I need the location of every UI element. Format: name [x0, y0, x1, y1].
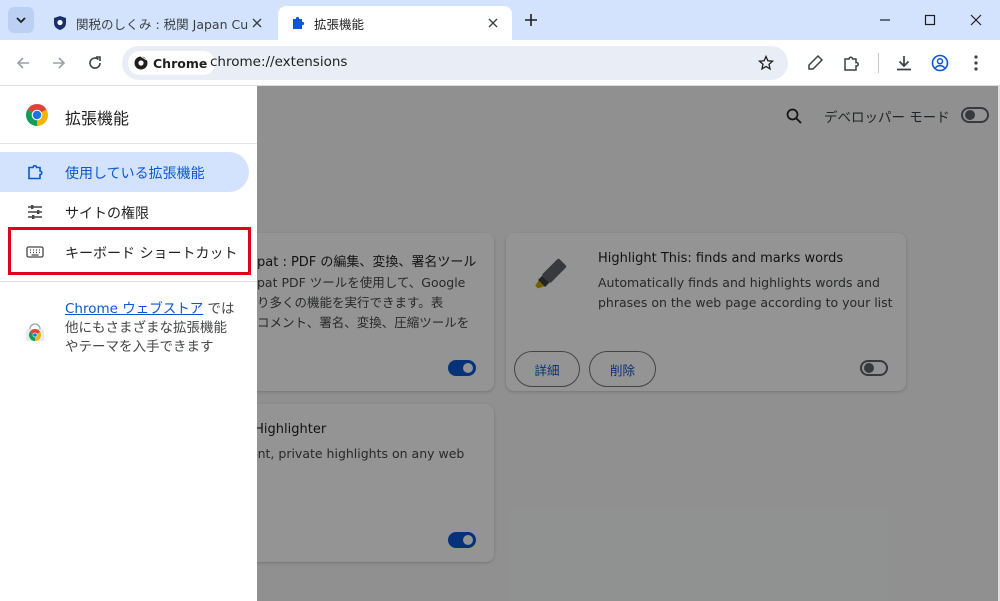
chip-label: Chrome [153, 55, 208, 71]
chevron-down-icon [16, 17, 26, 24]
chrome-logo-icon [26, 104, 48, 126]
minimize-icon [880, 19, 890, 21]
shield-favicon-icon [52, 15, 68, 31]
nav-item-site-permissions[interactable]: サイトの権限 [0, 192, 249, 232]
url-text[interactable]: chrome://extensions [210, 54, 347, 70]
address-bar[interactable]: Chrome chrome://extensions [122, 46, 788, 80]
maximize-icon [924, 14, 936, 26]
extensions-button[interactable] [838, 50, 864, 76]
tab-customs[interactable]: 関税のしくみ : 税関 Japan Customs [40, 6, 276, 40]
profile-icon [931, 54, 949, 72]
close-window-button[interactable] [964, 8, 988, 32]
arrow-left-icon [16, 57, 29, 69]
extensions-side-drawer: 拡張機能 使用している拡張機能 サイトの権限 キーボード ショートカット Chr… [0, 86, 257, 601]
nav-item-label: サイトの権限 [65, 206, 149, 222]
puzzle-icon [25, 162, 45, 182]
menu-button[interactable] [963, 50, 989, 76]
nav-item-my-extensions[interactable]: 使用している拡張機能 [0, 152, 249, 192]
chrome-web-store-icon [26, 323, 44, 341]
tab-search-button[interactable] [8, 7, 34, 33]
store-text-suffix: では [203, 301, 235, 317]
store-text-line-3: やテーマを入手できます [65, 339, 214, 355]
tab-title: 関税のしくみ : 税関 Japan Customs [76, 16, 248, 32]
toolbar-divider [878, 53, 879, 73]
forward-button[interactable] [46, 50, 72, 76]
plus-icon [525, 14, 537, 26]
close-icon [970, 14, 982, 26]
puzzle-favicon-icon [290, 15, 306, 31]
highlighter-extension-button[interactable] [802, 50, 828, 76]
tab-strip: 関税のしくみ : 税関 Japan Customs 拡張機能 [0, 0, 1000, 40]
tab-title: 拡張機能 [314, 16, 365, 32]
bookmark-star-icon[interactable] [756, 53, 776, 73]
minimize-button[interactable] [873, 8, 897, 32]
back-button[interactable] [10, 50, 36, 76]
maximize-button[interactable] [918, 8, 942, 32]
profile-button[interactable] [927, 50, 953, 76]
store-text-line-2: 他にもさまざまな拡張機能 [65, 320, 227, 336]
new-tab-button[interactable] [520, 9, 542, 31]
reload-button[interactable] [82, 50, 108, 76]
arrow-right-icon [53, 57, 66, 69]
reload-icon [89, 56, 101, 69]
annotation-highlight-box [8, 227, 251, 275]
pen-icon [808, 54, 824, 70]
downloads-button[interactable] [891, 50, 917, 76]
nav-item-label: 使用している拡張機能 [65, 166, 205, 182]
chrome-logo-icon [134, 56, 148, 70]
close-tab-icon[interactable] [484, 14, 502, 32]
drawer-header: 拡張機能 [0, 86, 257, 144]
puzzle-icon [844, 56, 859, 71]
toolbar: Chrome chrome://extensions [0, 40, 1000, 86]
tab-extensions[interactable]: 拡張機能 [278, 6, 512, 40]
download-icon [897, 56, 911, 71]
more-vert-icon [974, 55, 978, 71]
chrome-web-store-link[interactable]: Chrome ウェブストア [65, 301, 203, 317]
site-info-chip[interactable]: Chrome [128, 51, 216, 75]
drawer-title: 拡張機能 [65, 109, 130, 128]
close-tab-icon[interactable] [248, 14, 266, 32]
web-store-promo-text: Chrome ウェブストア では 他にもさまざまな拡張機能 やテーマを入手できま… [65, 300, 245, 357]
tune-icon [25, 202, 45, 222]
drawer-divider [0, 281, 257, 282]
